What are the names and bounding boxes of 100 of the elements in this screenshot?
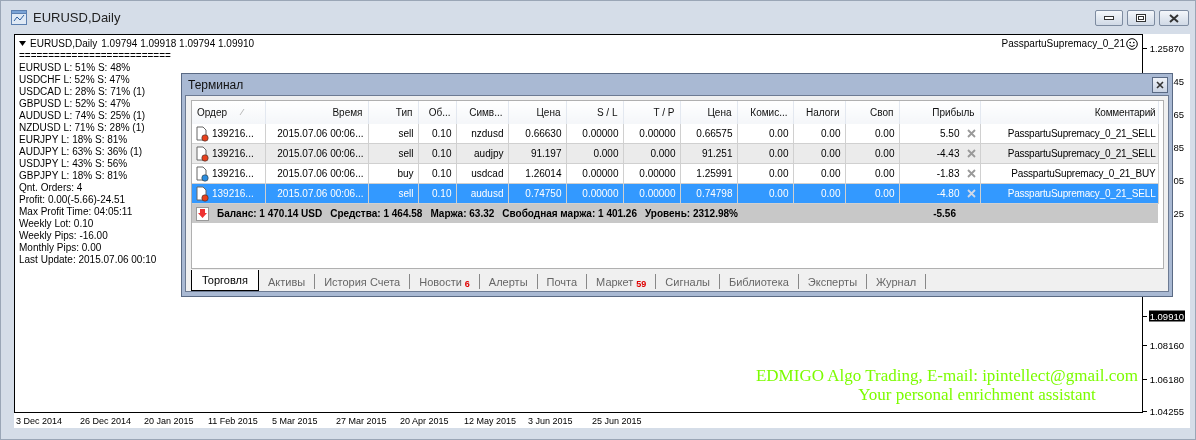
date-label: 20 Apr 2015	[400, 415, 450, 426]
table-cell: 139216...	[212, 168, 254, 179]
table-cell: 0.10	[432, 168, 452, 179]
info-line: USDCAD L: 28% S: 71% (1)	[19, 86, 146, 98]
table-cell: PasspartuSupremacy_0_21_SELL	[1007, 128, 1156, 139]
order-icon	[196, 185, 209, 202]
table-cell: 0.00000	[639, 188, 676, 199]
separator-text: ==========================	[19, 50, 171, 62]
close-icon[interactable]	[966, 129, 976, 138]
column-header[interactable]: Тип	[395, 107, 413, 118]
column-header[interactable]: S / L	[596, 107, 618, 118]
table-cell: usdcad	[471, 168, 504, 179]
table-cell: 0.00	[769, 128, 789, 139]
total-profit: -5.56	[933, 208, 956, 219]
panel-title: Терминал	[188, 77, 244, 92]
current-price: 1.09910	[1148, 310, 1185, 322]
table-cell: 2015.07.06 00:06...	[277, 168, 364, 179]
table-cell: 2015.07.06 00:06...	[277, 148, 364, 159]
sort-icon	[239, 108, 246, 116]
date-label: 20 Jan 2015	[144, 415, 195, 426]
column-header[interactable]: Комментарий	[1094, 107, 1156, 118]
info-line: GBPUSD L: 52% S: 47%	[19, 98, 131, 110]
tab[interactable]: Алерты	[479, 274, 538, 289]
summary-value: Маржа: 63.32	[430, 208, 495, 219]
tab[interactable]: Эксперты	[798, 274, 868, 289]
price-label: 1.06180	[1148, 373, 1185, 385]
tab[interactable]: Сигналы	[656, 274, 720, 289]
price-label: 25	[1172, 207, 1185, 219]
table-cell: 0.00000	[582, 128, 619, 139]
tab[interactable]: Новости 6	[410, 274, 480, 289]
count-label: 6	[464, 278, 470, 289]
table-row[interactable]: 139216... 2015.07.06 00:06... buy 0.10 usdcad 1.26014 0.00000 0.00000 1.25991 0.00 0.00 0.00 -1.83 PasspartuSupremacy_0_21_BUY	[192, 163, 1158, 184]
tab[interactable]: История Счета	[315, 274, 411, 289]
table-cell: 139216...	[212, 188, 254, 199]
chart-prices: 1.09794 1.09918 1.09794 1.09910	[101, 38, 255, 49]
tab[interactable]: Журнал	[867, 274, 927, 289]
info-line: Monthly Pips: 0.00	[19, 242, 102, 254]
price-label: 65	[1172, 108, 1185, 120]
close-button[interactable]	[1152, 76, 1168, 93]
close-icon[interactable]	[966, 169, 976, 178]
table-cell: 0.00000	[639, 128, 676, 139]
table-cell: 1.26014	[525, 168, 562, 179]
table-row[interactable]: 139216... 2015.07.06 00:06... sell 0.10 nzdusd 0.66630 0.00000 0.00000 0.66575 0.00 0.00 0.00 5.50 PasspartuSupremacy_0_21_SELL	[192, 124, 1158, 144]
table-cell: 0.00	[821, 188, 841, 199]
table-cell: 0.66630	[525, 128, 562, 139]
close-icon	[1156, 80, 1164, 89]
window-title: EURUSD,Daily	[33, 10, 122, 25]
tab[interactable]: Маркет 59	[587, 274, 657, 289]
maximize-button[interactable]	[1127, 10, 1155, 26]
info-line: Qnt. Orders: 4	[19, 182, 83, 194]
column-header[interactable]: Время	[332, 107, 363, 118]
table-cell: 0.00	[821, 128, 841, 139]
date-label: 5 Mar 2015	[272, 415, 319, 426]
table-cell: 2015.07.06 00:06...	[277, 188, 364, 199]
order-icon	[196, 125, 209, 142]
collapse-icon[interactable]	[19, 41, 26, 46]
table-cell: 0.00	[875, 128, 895, 139]
chart-window-icon	[11, 10, 27, 25]
table-cell: 0.00	[769, 168, 789, 179]
table-cell: 0.00	[769, 188, 789, 199]
date-label: 26 Dec 2014	[80, 415, 133, 426]
price-label: 1.04255	[1148, 405, 1185, 417]
date-label: 3 Dec 2014	[16, 415, 64, 426]
chart-caption: Your personal enrichment assistant	[857, 385, 1096, 404]
minimize-button[interactable]	[1095, 10, 1123, 26]
info-line: Profit: 0.00(-5.66)-24.51	[19, 194, 126, 206]
tab[interactable]: Активы	[258, 274, 316, 289]
summary-value: Баланс: 1 470.14 USD	[217, 208, 323, 219]
table-cell: sell	[398, 128, 414, 139]
expert-name: PasspartuSupremacy_0_21	[1001, 38, 1125, 49]
tab[interactable]: Библиотека	[720, 274, 799, 289]
info-line: NZDUSD L: 71% S: 28% (1)	[19, 122, 145, 134]
table-cell: 0.000	[650, 148, 676, 159]
close-icon	[1169, 13, 1179, 23]
table-cell: 0.00000	[582, 168, 619, 179]
order-icon	[196, 145, 209, 162]
close-button[interactable]	[1159, 10, 1189, 26]
table-cell: PasspartuSupremacy_0_21_BUY	[1011, 168, 1156, 179]
price-label: 05	[1172, 174, 1185, 186]
order-icon	[196, 165, 209, 182]
table-cell: 1.25991	[696, 168, 733, 179]
price-label: 1.08160	[1148, 339, 1185, 351]
date-label: 27 Mar 2015	[336, 415, 388, 426]
tab[interactable]: Торговля	[191, 270, 259, 291]
count-label: 59	[636, 278, 647, 289]
column-header[interactable]: T / P	[653, 107, 675, 118]
minimize-icon	[1104, 16, 1114, 20]
table-cell: 139216...	[212, 148, 254, 159]
date-label: 11 Feb 2015	[208, 415, 259, 426]
table-cell: 0.000	[593, 148, 619, 159]
table-cell: PasspartuSupremacy_0_21_SELL	[1007, 188, 1156, 199]
table-cell: -4.80	[936, 188, 960, 199]
table-row[interactable]: 139216... 2015.07.06 00:06... sell 0.10 audjpy 91.197 0.000 0.000 91.251 0.00 0.00 0.00 -4.43 PasspartuSupremacy_0_21_SELL	[192, 143, 1158, 164]
table-cell: -4.43	[936, 148, 960, 159]
tab[interactable]: Почта	[537, 274, 588, 289]
date-label: 3 Jun 2015	[528, 415, 574, 426]
summary-value: Свободная маржа: 1 401.26	[502, 208, 637, 219]
smiley-icon	[1126, 37, 1138, 50]
price-label: 1.25870	[1148, 42, 1185, 54]
table-cell: 139216...	[212, 128, 254, 139]
